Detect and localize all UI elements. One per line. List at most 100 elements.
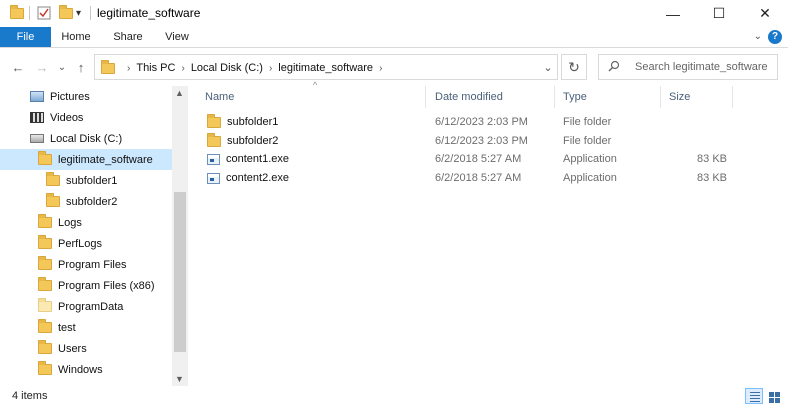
folder-icon <box>38 214 52 228</box>
file-size: 83 KB <box>697 153 727 165</box>
file-list-header: Name Date modified Type Size <box>197 86 737 108</box>
file-name: subfolder2 <box>227 135 279 147</box>
file-row[interactable]: subfolder1 6/12/2023 2:03 PM File folder <box>197 113 737 132</box>
file-date: 6/2/2018 5:27 AM <box>435 172 522 184</box>
scrollbar-thumb[interactable] <box>174 192 186 352</box>
application-icon <box>207 173 220 184</box>
address-bar[interactable]: › This PC › Local Disk (C:) › legitimate… <box>94 54 558 80</box>
properties-icon[interactable] <box>37 5 51 21</box>
file-type: File folder <box>563 116 612 128</box>
tree-item-logs[interactable]: Logs <box>0 212 172 233</box>
file-row[interactable]: content2.exe 6/2/2018 5:27 AM Applicatio… <box>197 169 737 188</box>
file-date: 6/12/2023 2:03 PM <box>435 116 528 128</box>
application-icon <box>207 154 220 165</box>
tree-item-pictures[interactable]: Pictures <box>0 86 172 107</box>
customize-quick-access-icon[interactable]: ▾ <box>76 5 81 21</box>
tab-file[interactable]: File <box>0 27 51 47</box>
large-icons-view-button[interactable] <box>765 388 783 404</box>
folder-icon <box>38 277 52 291</box>
file-name-cell: subfolder1 <box>207 113 278 132</box>
tree-item-subfolder1[interactable]: subfolder1 <box>0 170 172 191</box>
breadcrumb-current-folder[interactable]: legitimate_software <box>278 62 373 74</box>
window-title: legitimate_software <box>97 6 201 20</box>
folder-icon <box>38 151 52 165</box>
tree-item-label: Logs <box>58 216 82 229</box>
minimize-button[interactable]: — <box>650 0 696 27</box>
tab-share[interactable]: Share <box>104 27 152 47</box>
refresh-button[interactable]: ↻ <box>561 54 587 80</box>
address-dropdown-icon[interactable]: ⌄ <box>538 54 558 80</box>
chevron-right-icon[interactable]: › <box>379 63 382 74</box>
search-box[interactable]: Search legitimate_software <box>598 54 778 80</box>
back-button[interactable]: ← <box>8 57 28 77</box>
file-name: subfolder1 <box>227 116 279 128</box>
file-type: File folder <box>563 135 612 147</box>
tree-item-label: Local Disk (C:) <box>50 132 123 145</box>
file-size <box>669 132 727 151</box>
folder-icon <box>38 235 52 249</box>
tree-item-programdata[interactable]: ProgramData <box>0 296 172 317</box>
recent-locations-button[interactable]: ⌄ <box>52 57 72 77</box>
chevron-right-icon[interactable]: › <box>127 63 130 74</box>
tree-item-label: ProgramData <box>58 300 124 313</box>
tree-item-test[interactable]: test <box>0 317 172 338</box>
tree-item-label: test <box>58 321 76 334</box>
folder-icon <box>38 319 52 333</box>
file-row[interactable]: subfolder2 6/12/2023 2:03 PM File folder <box>197 132 737 151</box>
forward-button[interactable]: → <box>32 57 52 77</box>
navigation-pane-scrollbar[interactable]: ▲ ▼ <box>172 86 188 386</box>
folder-icon <box>207 114 221 128</box>
file-name-cell: content2.exe <box>207 169 289 188</box>
scroll-up-icon[interactable]: ▲ <box>175 88 184 98</box>
file-name: content2.exe <box>226 172 289 184</box>
tree-item-label: Users <box>58 342 87 355</box>
tree-item-subfolder2[interactable]: subfolder2 <box>0 191 172 212</box>
navigation-bar: ← → ⌄ ↑ › This PC › Local Disk (C:) › le… <box>0 48 788 86</box>
tab-home[interactable]: Home <box>52 27 100 47</box>
column-header-type[interactable]: Type <box>555 86 661 108</box>
up-button[interactable]: ↑ <box>71 57 91 77</box>
details-view-button[interactable] <box>745 388 763 404</box>
folder-icon <box>207 133 221 147</box>
breadcrumb: › This PC › Local Disk (C:) › legitimate… <box>101 59 388 77</box>
divider <box>29 6 30 20</box>
tree-item-label: legitimate_software <box>58 153 153 166</box>
tree-item-label: PerfLogs <box>58 237 103 250</box>
tree-item-users[interactable]: Users <box>0 338 172 359</box>
status-bar: 4 items <box>0 386 788 407</box>
folder-icon <box>101 59 115 74</box>
file-size: 83 KB <box>697 172 727 184</box>
folder-icon <box>38 298 52 312</box>
search-placeholder[interactable]: Search legitimate_software <box>635 61 768 73</box>
chevron-right-icon[interactable]: › <box>181 63 184 74</box>
tree-item-label: Program Files (x86) <box>58 279 155 292</box>
tree-item-program-files[interactable]: Program Files <box>0 254 172 275</box>
new-folder-icon[interactable] <box>59 4 73 21</box>
breadcrumb-local-disk[interactable]: Local Disk (C:) <box>191 62 263 74</box>
folder-icon <box>38 361 52 375</box>
tab-view[interactable]: View <box>153 27 201 47</box>
file-name: content1.exe <box>226 153 289 165</box>
tree-item-videos[interactable]: Videos <box>0 107 172 128</box>
tree-item-local-disk[interactable]: Local Disk (C:) <box>0 128 172 149</box>
breadcrumb-this-pc[interactable]: This PC <box>136 62 175 74</box>
file-row[interactable]: content1.exe 6/2/2018 5:27 AM Applicatio… <box>197 150 737 169</box>
tree-item-perflogs[interactable]: PerfLogs <box>0 233 172 254</box>
folder-icon <box>38 340 52 354</box>
folder-icon <box>38 256 52 270</box>
close-button[interactable]: ✕ <box>742 0 788 27</box>
chevron-right-icon[interactable]: › <box>269 63 272 74</box>
tree-item-program-files-x86[interactable]: Program Files (x86) <box>0 275 172 296</box>
file-name-cell: subfolder2 <box>207 132 278 151</box>
column-header-size[interactable]: Size <box>661 86 733 108</box>
help-button[interactable]: ? <box>768 30 782 44</box>
tree-item-legitimate-software[interactable]: legitimate_software <box>0 149 172 170</box>
column-header-name[interactable]: Name <box>197 86 426 108</box>
expand-ribbon-icon[interactable]: ⌄ <box>754 31 762 42</box>
scroll-down-icon[interactable]: ▼ <box>175 374 184 384</box>
file-type: Application <box>563 172 617 184</box>
column-header-date-modified[interactable]: Date modified <box>427 86 555 108</box>
tree-item-windows[interactable]: Windows <box>0 359 172 380</box>
maximize-button[interactable]: ☐ <box>696 0 742 27</box>
drive-icon <box>30 134 44 143</box>
